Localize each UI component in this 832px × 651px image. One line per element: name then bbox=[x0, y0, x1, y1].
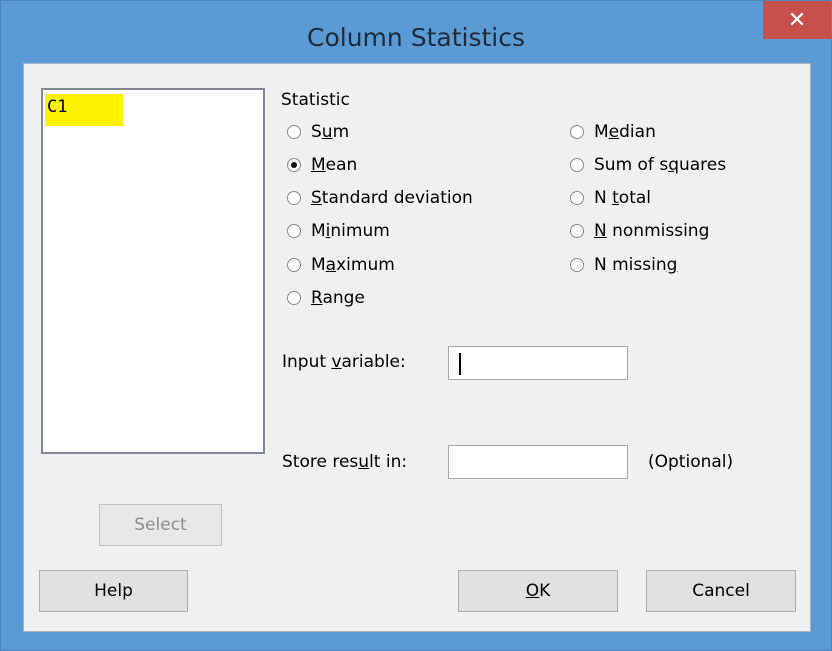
radio-button[interactable] bbox=[287, 291, 301, 305]
radio-mean[interactable]: Mean bbox=[287, 155, 357, 175]
radio-n-missing[interactable]: N missing bbox=[570, 255, 677, 275]
title-bar[interactable]: Column Statistics ✕ bbox=[1, 1, 831, 63]
radio-sum-of-squares[interactable]: Sum of squares bbox=[570, 155, 726, 175]
radio-n-total[interactable]: N total bbox=[570, 188, 651, 208]
dialog-body: C1 Statistic Sum Mean Standard deviation… bbox=[23, 63, 811, 632]
radio-median[interactable]: Median bbox=[570, 122, 656, 142]
column-statistics-dialog: Column Statistics ✕ C1 Statistic Sum Mea… bbox=[0, 0, 832, 651]
dialog-title: Column Statistics bbox=[307, 23, 525, 52]
radio-button[interactable] bbox=[570, 191, 584, 205]
store-result-field[interactable] bbox=[448, 445, 628, 479]
radio-label-sum-of-squares: Sum of squares bbox=[594, 155, 727, 175]
radio-label-n-total: N total bbox=[594, 188, 652, 208]
ok-button[interactable]: OK bbox=[458, 570, 618, 612]
input-variable-label: Input variable: bbox=[282, 352, 406, 372]
radio-label-maximum: Maximum bbox=[311, 255, 395, 275]
radio-button[interactable] bbox=[287, 224, 301, 238]
radio-button[interactable] bbox=[570, 125, 584, 139]
radio-label-mean: Mean bbox=[311, 155, 358, 175]
radio-standard-deviation[interactable]: Standard deviation bbox=[287, 188, 473, 208]
radio-button[interactable] bbox=[570, 158, 584, 172]
cancel-button[interactable]: Cancel bbox=[646, 570, 796, 612]
text-caret bbox=[459, 353, 461, 375]
help-button[interactable]: Help bbox=[39, 570, 188, 612]
select-button[interactable]: Select bbox=[99, 504, 222, 546]
ok-mnemonic: O bbox=[525, 581, 540, 601]
radio-label-median: Median bbox=[594, 122, 656, 142]
store-result-label: Store result in: bbox=[282, 452, 408, 472]
radio-label-range: Range bbox=[311, 288, 365, 308]
radio-button[interactable] bbox=[287, 125, 301, 139]
statistic-group-label: Statistic bbox=[281, 90, 350, 110]
radio-button-selected[interactable] bbox=[287, 158, 301, 172]
list-item-c1[interactable]: C1 bbox=[45, 94, 123, 126]
radio-sum[interactable]: Sum bbox=[287, 122, 349, 142]
radio-button[interactable] bbox=[570, 258, 584, 272]
ok-label: K bbox=[539, 581, 551, 601]
radio-button[interactable] bbox=[287, 258, 301, 272]
optional-note: (Optional) bbox=[648, 452, 734, 472]
radio-label-n-missing: N missing bbox=[594, 255, 678, 275]
input-variable-field[interactable] bbox=[448, 346, 628, 380]
radio-label-minimum: Minimum bbox=[311, 221, 390, 241]
close-button[interactable]: ✕ bbox=[763, 1, 831, 39]
radio-label-sum: Sum bbox=[311, 122, 350, 142]
variable-listbox[interactable]: C1 bbox=[41, 88, 265, 454]
radio-n-nonmissing[interactable]: N nonmissing bbox=[570, 221, 709, 241]
radio-label-standard-deviation: Standard deviation bbox=[311, 188, 473, 208]
radio-button[interactable] bbox=[287, 191, 301, 205]
radio-range[interactable]: Range bbox=[287, 288, 365, 308]
radio-minimum[interactable]: Minimum bbox=[287, 221, 390, 241]
radio-button[interactable] bbox=[570, 224, 584, 238]
radio-maximum[interactable]: Maximum bbox=[287, 255, 395, 275]
radio-label-n-nonmissing: N nonmissing bbox=[594, 221, 710, 241]
close-icon: ✕ bbox=[787, 7, 807, 33]
